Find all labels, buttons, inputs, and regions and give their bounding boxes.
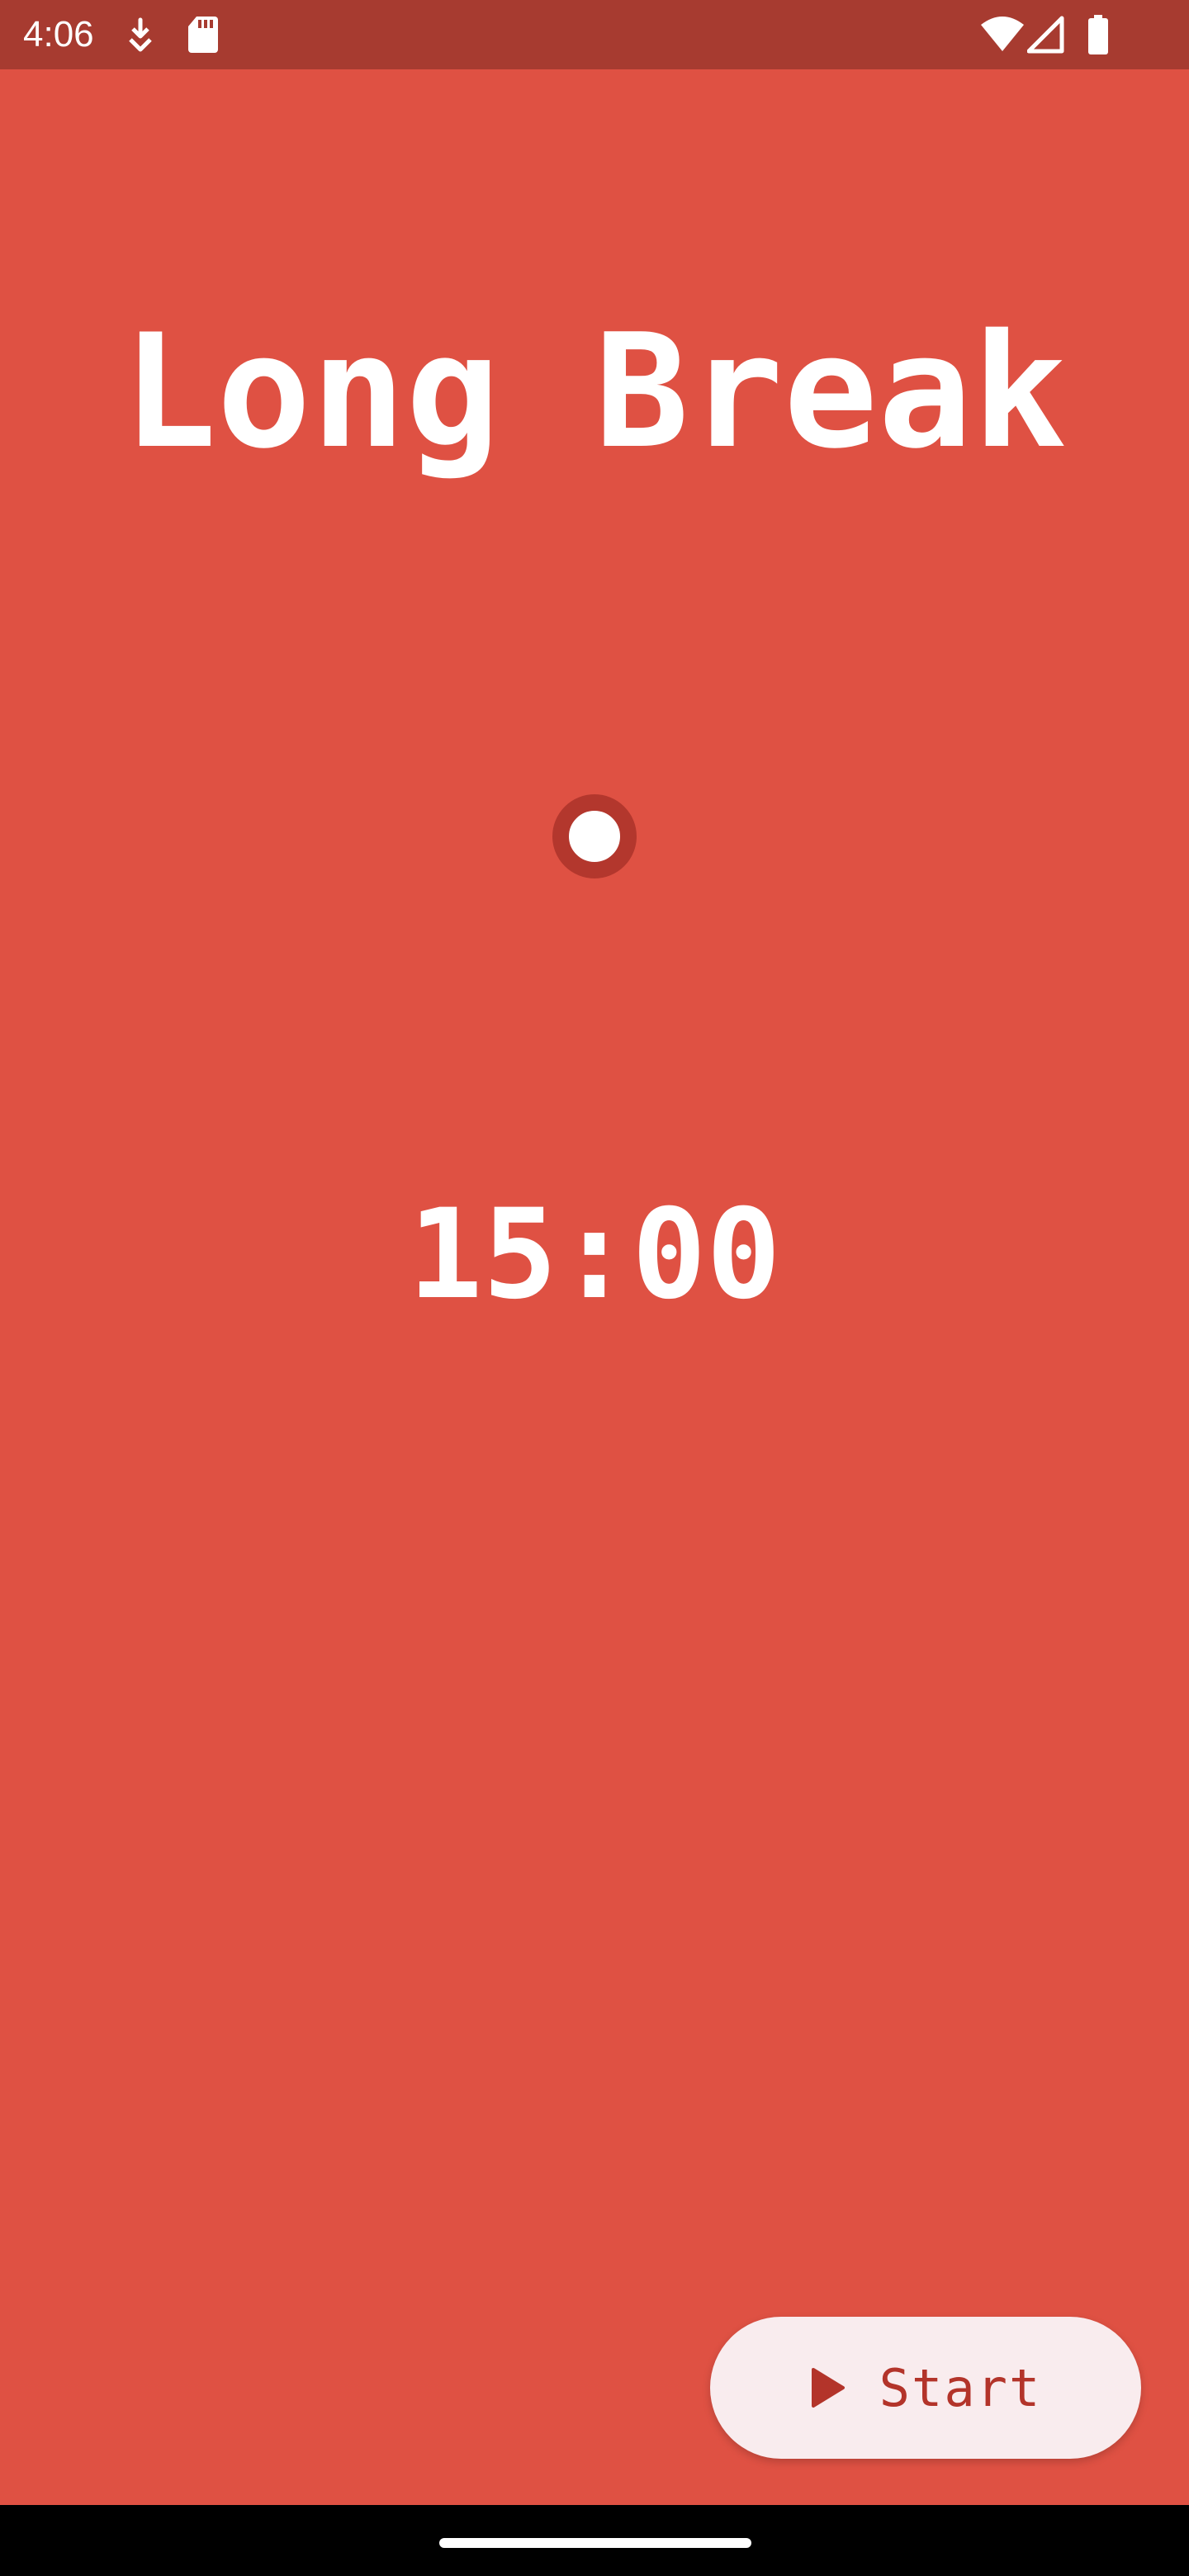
- start-button-label: Start: [879, 2357, 1042, 2418]
- battery-icon: [1088, 15, 1108, 54]
- cellular-signal-icon: [1027, 16, 1064, 54]
- page-title: Long Break: [122, 301, 1067, 483]
- app-screen: 4:06 Long Break 15:00 Start: [0, 0, 1189, 2576]
- download-icon: [129, 17, 152, 52]
- session-progress: [0, 791, 1189, 882]
- status-time: 4:06: [23, 14, 94, 54]
- countdown-timer: 15:00: [408, 1183, 781, 1327]
- play-icon: [811, 2368, 845, 2408]
- sd-card-icon: [188, 17, 218, 53]
- home-handle[interactable]: [439, 2538, 751, 2548]
- navigation-bar: [0, 2505, 1189, 2576]
- wifi-icon: [981, 17, 1024, 51]
- start-button[interactable]: Start: [710, 2317, 1141, 2459]
- status-bar: 4:06: [0, 0, 1189, 69]
- progress-dot: [552, 794, 637, 878]
